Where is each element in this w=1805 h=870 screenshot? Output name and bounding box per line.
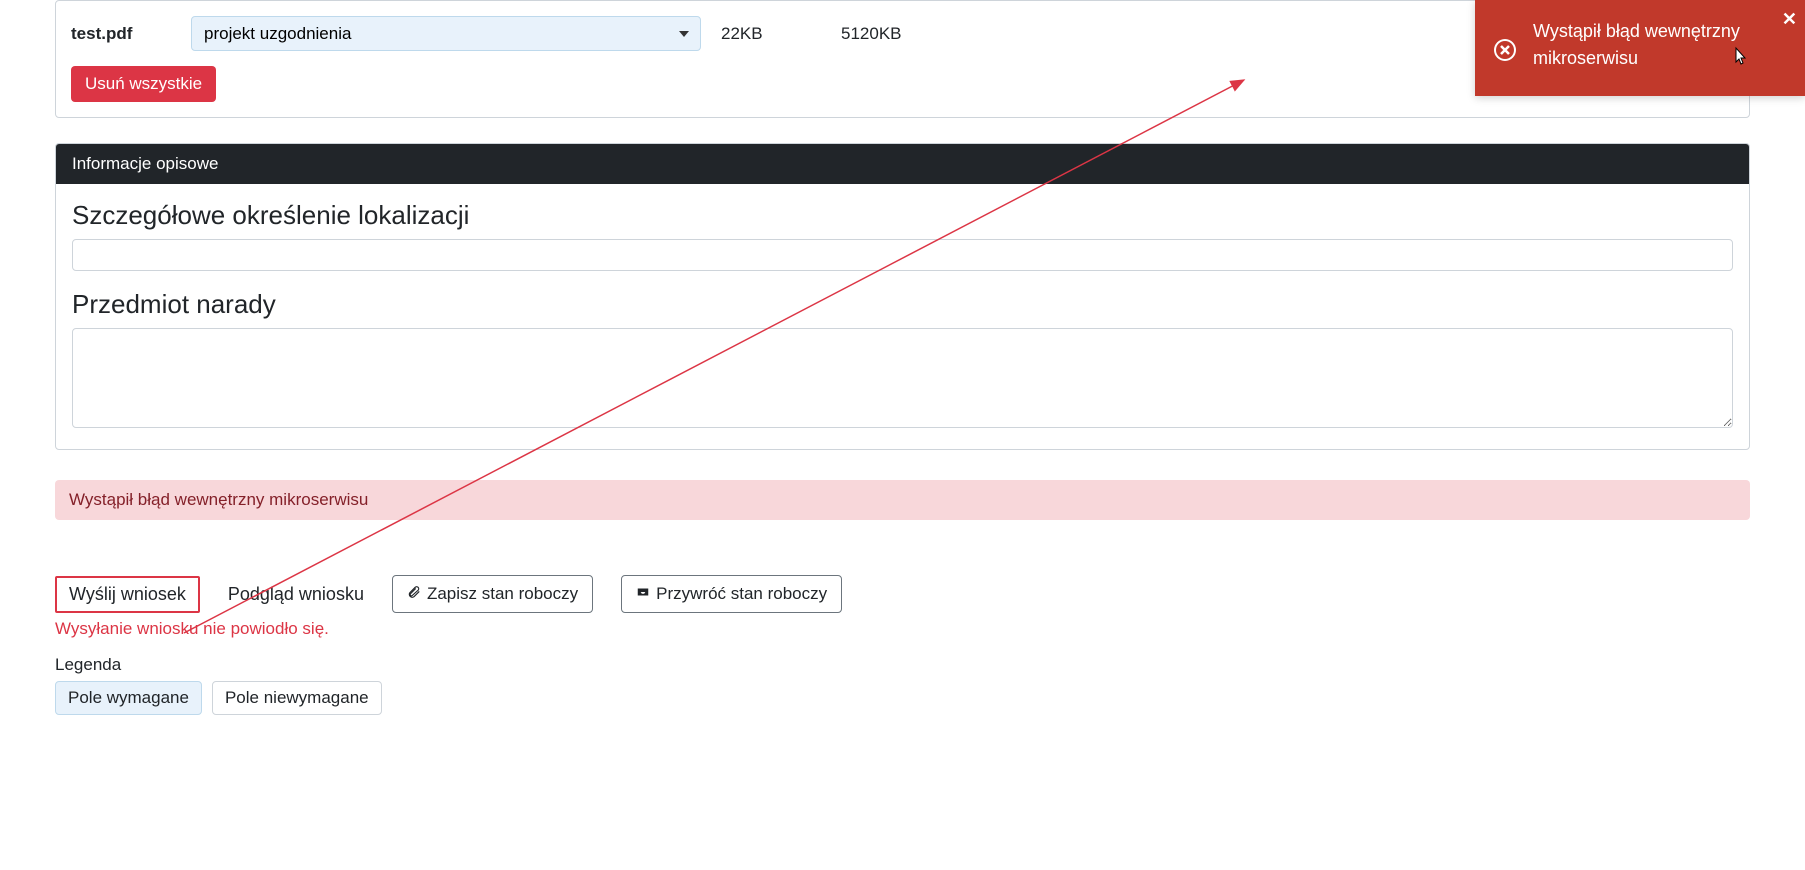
send-button[interactable]: Wyślij wniosek [55,576,200,613]
toast-message: Wystąpił błąd wewnętrzny mikroserwisu [1533,21,1740,68]
error-toast: Wystąpił błąd wewnętrzny mikroserwisu ✕ [1475,0,1805,96]
error-circle-icon [1493,38,1517,62]
action-row: Wyślij wniosek Podgląd wniosku Zapisz st… [55,575,1750,613]
save-draft-button[interactable]: Zapisz stan roboczy [392,575,593,613]
location-label: Szczegółowe określenie lokalizacji [72,200,1733,231]
inline-error-alert: Wystąpił błąd wewnętrzny mikroserwisu [55,480,1750,520]
file-max-size: 5120KB [841,24,1001,44]
save-draft-label: Zapisz stan roboczy [427,584,578,604]
panel-header: Informacje opisowe [56,144,1749,184]
toast-close-icon[interactable]: ✕ [1782,6,1797,33]
restore-draft-label: Przywróć stan roboczy [656,584,827,604]
restore-draft-button[interactable]: Przywróć stan roboczy [621,575,842,613]
file-type-select[interactable]: projekt uzgodnienia [191,16,701,51]
location-input[interactable] [72,239,1733,271]
description-panel: Informacje opisowe Szczegółowe określeni… [55,143,1750,450]
legend-badges: Pole wymagane Pole niewymagane [55,681,1750,715]
inbox-icon [636,585,650,603]
delete-all-button[interactable]: Usuń wszystkie [71,66,216,102]
file-name: test.pdf [71,24,171,44]
paperclip-icon [407,585,421,603]
legend-label: Legenda [55,655,1750,675]
file-size: 22KB [721,24,821,44]
legend-not-required-badge: Pole niewymagane [212,681,382,715]
send-fail-message: Wysyłanie wniosku nie powiodło się. [55,619,1750,639]
subject-label: Przedmiot narady [72,289,1733,320]
legend-required-badge: Pole wymagane [55,681,202,715]
subject-textarea[interactable] [72,328,1733,428]
preview-button[interactable]: Podgląd wniosku [228,584,364,605]
